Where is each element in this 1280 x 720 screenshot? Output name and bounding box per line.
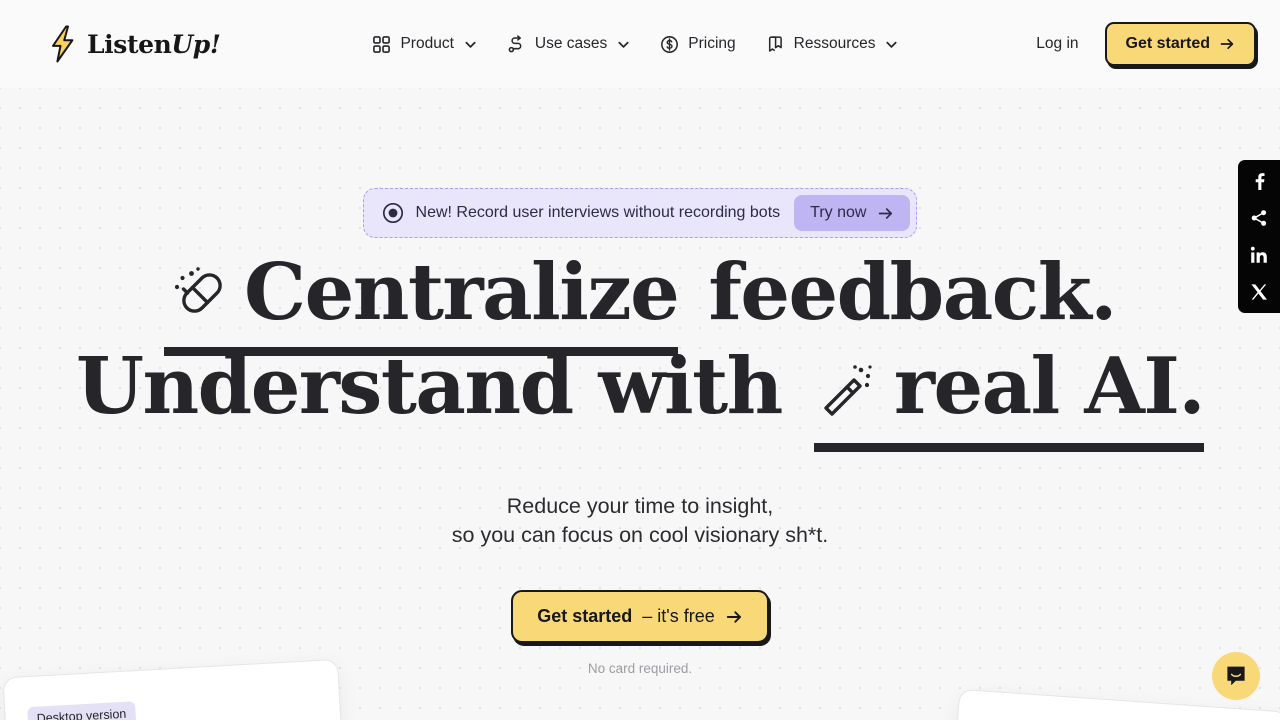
magic-wand-icon	[824, 365, 872, 416]
nav-item-pricing[interactable]: Pricing	[660, 35, 736, 54]
headline-real-ai-group: real AI.	[813, 341, 1206, 452]
route-icon	[508, 34, 522, 52]
try-now-button[interactable]: Try now	[794, 195, 911, 231]
headline-word-centralize: Centralize	[244, 247, 680, 338]
magnet-sparkle-icon	[174, 267, 222, 313]
hero-section: New! Record user interviews without reco…	[0, 88, 1280, 676]
chevron-down-icon	[618, 41, 629, 48]
headline-word-real-ai: real AI.	[893, 341, 1206, 432]
nav-item-ressources[interactable]: Ressources	[766, 35, 899, 54]
x-twitter-icon[interactable]	[1250, 283, 1268, 301]
hero-subtitle: Reduce your time to insight, so you can …	[0, 492, 1280, 550]
lightning-bolt-icon	[52, 25, 74, 63]
share-icon[interactable]	[1250, 209, 1268, 227]
chat-bubble-icon	[1227, 666, 1245, 686]
announcement-banner: New! Record user interviews without reco…	[362, 188, 918, 238]
header-actions: Log in Get started	[1036, 22, 1256, 66]
headline-word-feedback: feedback.	[708, 247, 1117, 338]
brand-name-main: Listen	[87, 29, 172, 59]
login-link[interactable]: Log in	[1036, 35, 1078, 53]
social-share-rail	[1238, 160, 1280, 313]
linkedin-icon[interactable]	[1250, 246, 1268, 264]
hero-headline: Centralize feedback. Understand with rea…	[0, 247, 1280, 452]
site-header: ListenUp! Product Use cases Pricing Ress…	[0, 0, 1280, 88]
nav-item-use-cases[interactable]: Use cases	[507, 34, 630, 54]
get-started-label: Get started	[1125, 35, 1210, 52]
nav-label-pricing: Pricing	[688, 35, 736, 52]
desktop-version-badge: Desktop version	[27, 701, 136, 720]
grid-icon	[373, 35, 391, 53]
headline-centralize-group: Centralize	[164, 247, 680, 356]
arrow-right-icon	[879, 207, 893, 219]
bookmark-icon	[768, 35, 782, 52]
nav-item-product[interactable]: Product	[372, 35, 476, 54]
main-navigation: Product Use cases Pricing Ressources	[372, 34, 899, 54]
hero-cta-bold-label: Get started	[537, 606, 633, 627]
nav-label-product: Product	[400, 35, 454, 52]
subtitle-line-1: Reduce your time to insight,	[506, 494, 774, 518]
nav-label-use-cases: Use cases	[534, 35, 608, 52]
get-started-button[interactable]: Get started	[1104, 22, 1256, 66]
subtitle-line-2: so you can focus on cool visionary sh*t.	[451, 523, 829, 548]
chevron-down-icon	[886, 41, 898, 48]
try-now-label: Try now	[810, 204, 867, 221]
facebook-icon[interactable]	[1250, 172, 1268, 190]
radio-dot-icon	[382, 202, 403, 224]
dollar-circle-icon	[661, 35, 679, 53]
headline-line-2: Understand with real AI.	[0, 341, 1280, 452]
announcement-content: New! Record user interviews without reco…	[372, 202, 795, 224]
nav-label-ressources: Ressources	[793, 35, 876, 52]
headline-phrase-understand-with: Understand with	[75, 341, 783, 432]
no-card-required-note: No card required.	[587, 661, 693, 677]
arrow-right-icon	[726, 610, 741, 623]
chat-widget-button[interactable]	[1212, 652, 1260, 700]
headline-line-1: Centralize feedback.	[0, 247, 1280, 356]
brand-logo[interactable]: ListenUp!	[48, 25, 221, 63]
brand-name: ListenUp!	[87, 29, 221, 59]
hero-cta-thin-label: – it's free	[642, 606, 715, 627]
hero-get-started-button[interactable]: Get started – it's free	[511, 590, 769, 644]
brand-name-suffix: Up!	[171, 29, 221, 59]
chevron-down-icon	[465, 41, 476, 48]
arrow-right-icon	[1220, 38, 1234, 50]
announcement-text: New! Record user interviews without reco…	[415, 204, 781, 221]
